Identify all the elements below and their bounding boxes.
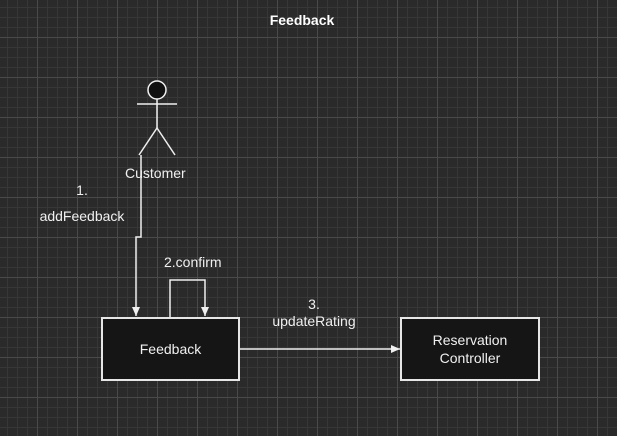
message-1-number: 1. [76,182,88,198]
message-3-name: updateRating [272,313,356,329]
message-3-number: 3. [308,296,320,312]
actor-head [147,80,167,100]
object-label-feedback: Feedback [139,341,202,357]
message-2-label: 2.confirm [164,254,222,270]
message-confirm-self-arrow [169,279,209,318]
message-3-label: 3. updateRating [264,296,364,330]
actor-left-leg [138,127,158,156]
object-box-feedback[interactable]: Feedback [101,317,240,381]
object-box-reservation-controller[interactable]: Reservation Controller [400,317,540,381]
message-1-name: addFeedback [39,208,125,224]
message-1-label: 1. addFeedback [32,182,132,225]
actor-right-leg [156,127,176,156]
actor-label-customer: Customer [125,165,186,181]
customer-actor-figure [137,80,177,156]
object-label-reservation-controller: Reservation Controller [432,332,508,366]
